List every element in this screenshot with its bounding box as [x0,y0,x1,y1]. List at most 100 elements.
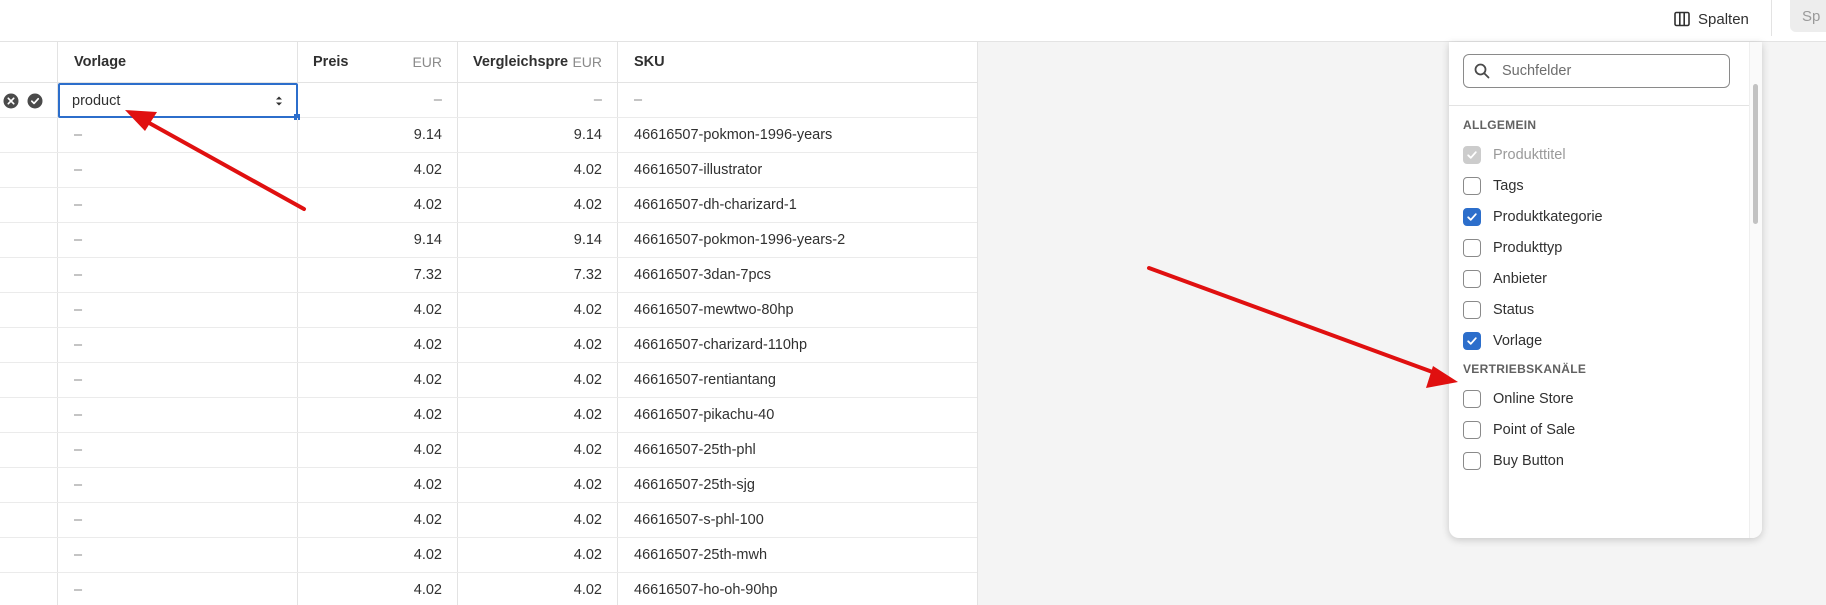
column-option-point-of-sale[interactable]: Point of Sale [1463,418,1575,442]
template-cell[interactable]: – [58,573,298,605]
row-select-cell[interactable] [0,258,58,292]
checkbox-icon[interactable] [1463,452,1481,470]
sku-cell[interactable]: 46616507-rentiantang [618,363,977,397]
checkbox-icon[interactable] [1463,270,1481,288]
price-cell[interactable]: 4.02 [298,468,458,502]
sku-cell[interactable]: 46616507-3dan-7pcs [618,258,977,292]
header-sku[interactable]: SKU [618,42,977,82]
price-cell[interactable]: 4.02 [298,363,458,397]
cancel-edit-icon[interactable] [3,93,19,109]
field-search-box[interactable] [1463,54,1730,88]
sku-cell[interactable]: – [618,83,977,117]
clipped-button[interactable]: Sp [1790,0,1826,32]
header-template[interactable]: Vorlage [58,42,298,82]
template-cell[interactable]: – [58,328,298,362]
table-row[interactable]: –4.02 4.02 46616507-charizard-110hp [0,328,977,363]
compare-price-cell[interactable]: 9.14 [458,223,618,257]
row-select-cell[interactable] [0,398,58,432]
checkbox-checked-icon[interactable] [1463,208,1481,226]
compare-price-cell[interactable]: 4.02 [458,468,618,502]
price-cell[interactable]: 9.14 [298,223,458,257]
template-cell[interactable]: – [58,363,298,397]
row-select-cell[interactable] [0,293,58,327]
sku-cell[interactable]: 46616507-illustrator [618,153,977,187]
row-select-cell[interactable] [0,153,58,187]
row-select-cell[interactable] [0,468,58,502]
checkbox-icon[interactable] [1463,301,1481,319]
checkbox-icon[interactable] [1463,390,1481,408]
compare-price-cell[interactable]: 4.02 [458,538,618,572]
column-option-status[interactable]: Status [1463,298,1534,322]
table-row[interactable]: –4.02 4.02 46616507-rentiantang [0,363,977,398]
checkbox-icon[interactable] [1463,177,1481,195]
sku-cell[interactable]: 46616507-pokmon-1996-years-2 [618,223,977,257]
price-cell[interactable]: 4.02 [298,153,458,187]
table-row[interactable]: –4.02 4.02 46616507-25th-mwh [0,538,977,573]
table-row[interactable]: –4.02 4.02 46616507-pikachu-40 [0,398,977,433]
column-option-buy-button[interactable]: Buy Button [1463,449,1564,473]
table-row[interactable]: –4.02 4.02 46616507-s-phl-100 [0,503,977,538]
sku-cell[interactable]: 46616507-ho-oh-90hp [618,573,977,605]
column-option-produktkategorie[interactable]: Produktkategorie [1463,205,1603,229]
field-search-input[interactable] [1500,62,1704,80]
compare-price-cell[interactable]: 4.02 [458,293,618,327]
price-cell[interactable]: 4.02 [298,503,458,537]
column-option-online-store[interactable]: Online Store [1463,387,1574,411]
table-row[interactable]: –4.02 4.02 46616507-ho-oh-90hp [0,573,977,605]
sku-cell[interactable]: 46616507-dh-charizard-1 [618,188,977,222]
template-cell[interactable]: – [58,398,298,432]
row-select-cell[interactable] [0,433,58,467]
compare-price-cell[interactable]: 4.02 [458,363,618,397]
price-cell[interactable]: 4.02 [298,573,458,605]
template-cell[interactable]: – [58,153,298,187]
table-row[interactable]: –4.02 4.02 46616507-25th-sjg [0,468,977,503]
compare-price-cell[interactable]: 4.02 [458,398,618,432]
sku-cell[interactable]: 46616507-25th-sjg [618,468,977,502]
confirm-edit-icon[interactable] [27,93,43,109]
table-row[interactable]: –4.02 4.02 46616507-dh-charizard-1 [0,188,977,223]
compare-price-cell[interactable]: – [458,83,618,117]
row-select-cell[interactable] [0,538,58,572]
sku-cell[interactable]: 46616507-pokmon-1996-years [618,118,977,152]
template-cell[interactable]: – [58,258,298,292]
price-cell[interactable]: 4.02 [298,538,458,572]
row-select-cell[interactable] [0,328,58,362]
panel-scrollbar-thumb[interactable] [1753,84,1758,224]
price-cell[interactable]: 4.02 [298,328,458,362]
compare-price-cell[interactable]: 4.02 [458,573,618,605]
compare-price-cell[interactable]: 4.02 [458,433,618,467]
column-option-vorlage[interactable]: Vorlage [1463,329,1542,353]
template-cell[interactable]: – [58,118,298,152]
row-select-cell[interactable] [0,118,58,152]
table-row[interactable]: –4.02 4.02 46616507-25th-phl [0,433,977,468]
template-cell[interactable]: – [58,503,298,537]
row-select-cell[interactable] [0,363,58,397]
checkbox-icon[interactable] [1463,239,1481,257]
table-row[interactable]: –9.14 9.14 46616507-pokmon-1996-years [0,118,977,153]
template-cell[interactable]: – [58,468,298,502]
price-cell[interactable]: 7.32 [298,258,458,292]
template-select[interactable]: product [58,83,300,120]
table-row[interactable]: –4.02 4.02 46616507-mewtwo-80hp [0,293,977,328]
column-option-tags[interactable]: Tags [1463,174,1524,198]
column-option-produkttyp[interactable]: Produkttyp [1463,236,1562,260]
sku-cell[interactable]: 46616507-mewtwo-80hp [618,293,977,327]
table-row[interactable]: –7.32 7.32 46616507-3dan-7pcs [0,258,977,293]
header-price[interactable]: Preis EUR [298,42,458,82]
sku-cell[interactable]: 46616507-25th-phl [618,433,977,467]
row-select-cell[interactable] [0,503,58,537]
row-select-cell[interactable] [0,188,58,222]
table-row[interactable]: –4.02 4.02 46616507-illustrator [0,153,977,188]
row-select-cell[interactable] [0,223,58,257]
checkbox-checked-icon[interactable] [1463,332,1481,350]
compare-price-cell[interactable]: 4.02 [458,188,618,222]
checkbox-icon[interactable] [1463,421,1481,439]
compare-price-cell[interactable]: 9.14 [458,118,618,152]
sku-cell[interactable]: 46616507-pikachu-40 [618,398,977,432]
price-cell[interactable]: 9.14 [298,118,458,152]
template-cell[interactable]: – [58,188,298,222]
header-compare-price[interactable]: Vergleichspre EUR [458,42,618,82]
sku-cell[interactable]: 46616507-s-phl-100 [618,503,977,537]
compare-price-cell[interactable]: 7.32 [458,258,618,292]
columns-button[interactable]: Spalten [1666,4,1757,34]
